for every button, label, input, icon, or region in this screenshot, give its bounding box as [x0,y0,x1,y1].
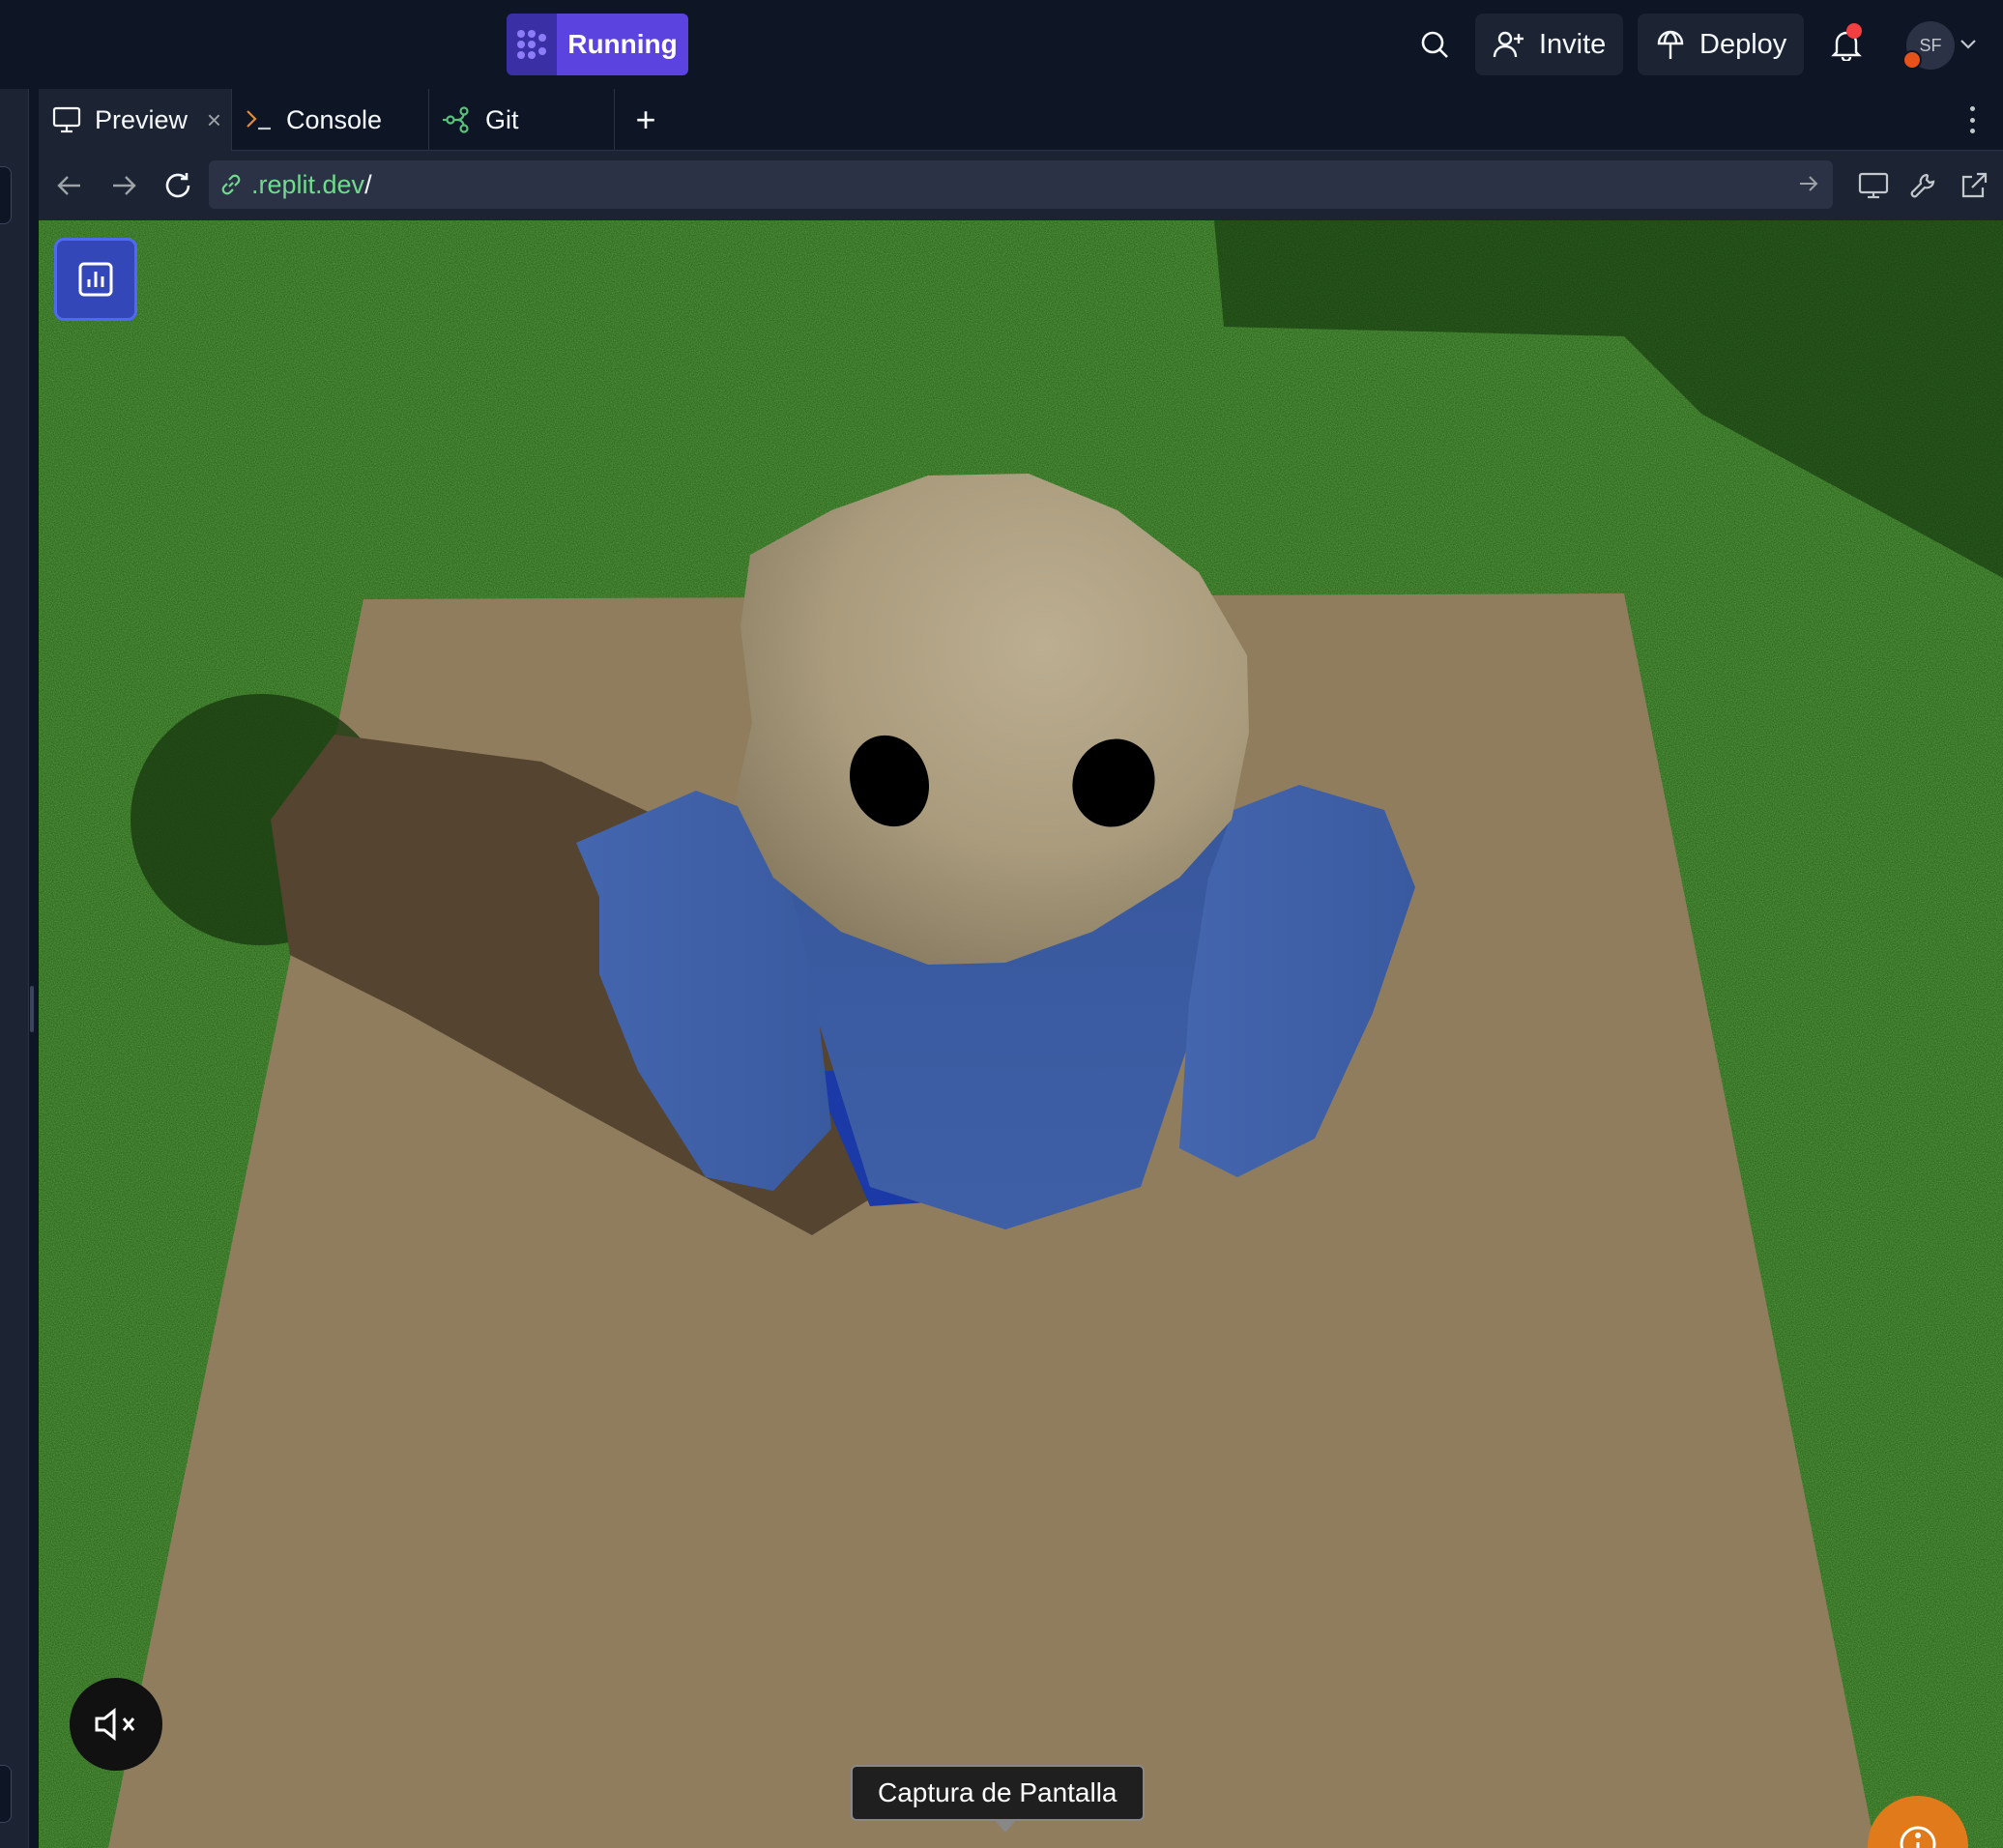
deploy-label: Deploy [1699,28,1787,60]
panel-toggle-bottom[interactable] [0,1765,12,1823]
run-status-icon [507,14,557,75]
notification-dot [1846,23,1862,39]
invite-button[interactable]: Invite [1475,14,1624,75]
run-button[interactable]: Running [507,14,688,75]
back-arrow-icon[interactable] [50,166,89,205]
tab-git[interactable]: Git [429,89,615,151]
deploy-button[interactable]: Deploy [1638,14,1805,75]
bar-chart-icon [76,260,115,299]
tab-label: Preview [95,104,189,134]
go-arrow-icon[interactable] [1798,170,1819,200]
close-icon[interactable]: × [207,105,221,135]
3d-scene [39,220,2003,1848]
open-new-window-icon[interactable] [1955,166,1993,205]
link-icon [218,172,244,197]
deploy-icon [1655,28,1686,61]
url-domain: .replit.dev [251,169,365,199]
tab-label: Console [286,104,383,134]
tab-label: Git [485,104,519,134]
left-panel [0,89,29,1848]
wrench-icon[interactable] [1904,166,1943,205]
tab-preview[interactable]: Preview × [39,89,232,151]
invite-label: Invite [1539,28,1607,60]
info-icon [1899,1825,1937,1848]
tab-console[interactable]: Console [232,89,429,151]
forward-arrow-icon[interactable] [104,166,143,205]
tooltip-text: Captura de Pantalla [878,1777,1118,1807]
tooltip-arrow [994,1819,1017,1833]
terminal-icon [246,107,273,132]
url-path: / [364,169,372,199]
avatar-badge [1902,50,1922,70]
screenshot-tooltip: Captura de Pantalla [851,1765,1145,1821]
speaker-muted-icon [93,1705,139,1744]
add-user-icon [1493,28,1525,61]
more-options-icon[interactable] [1962,102,1982,137]
game-canvas[interactable]: Captura de Pantalla [39,220,2003,1848]
stats-button[interactable] [54,238,137,321]
git-icon [443,105,472,134]
avatar-initials: SF [1919,35,1942,55]
search-icon[interactable] [1413,23,1456,66]
add-tab-button[interactable]: + [626,100,665,139]
panel-resize-handle[interactable] [30,986,34,1032]
run-label: Running [557,14,688,75]
chevron-down-icon[interactable] [1957,33,1980,56]
left-panel-edge [0,89,39,1848]
monitor-icon [52,106,81,133]
top-bar: Running Invite Deploy SF [0,0,2003,89]
tab-bar: Preview × Console Git + [39,89,2003,151]
reload-icon[interactable] [159,166,197,205]
browser-toolbar: .replit.dev/ [39,151,2003,220]
panel-toggle[interactable] [0,166,12,224]
mute-button[interactable] [70,1678,162,1771]
url-bar[interactable]: .replit.dev/ [209,160,1833,209]
device-preview-icon[interactable] [1854,166,1893,205]
